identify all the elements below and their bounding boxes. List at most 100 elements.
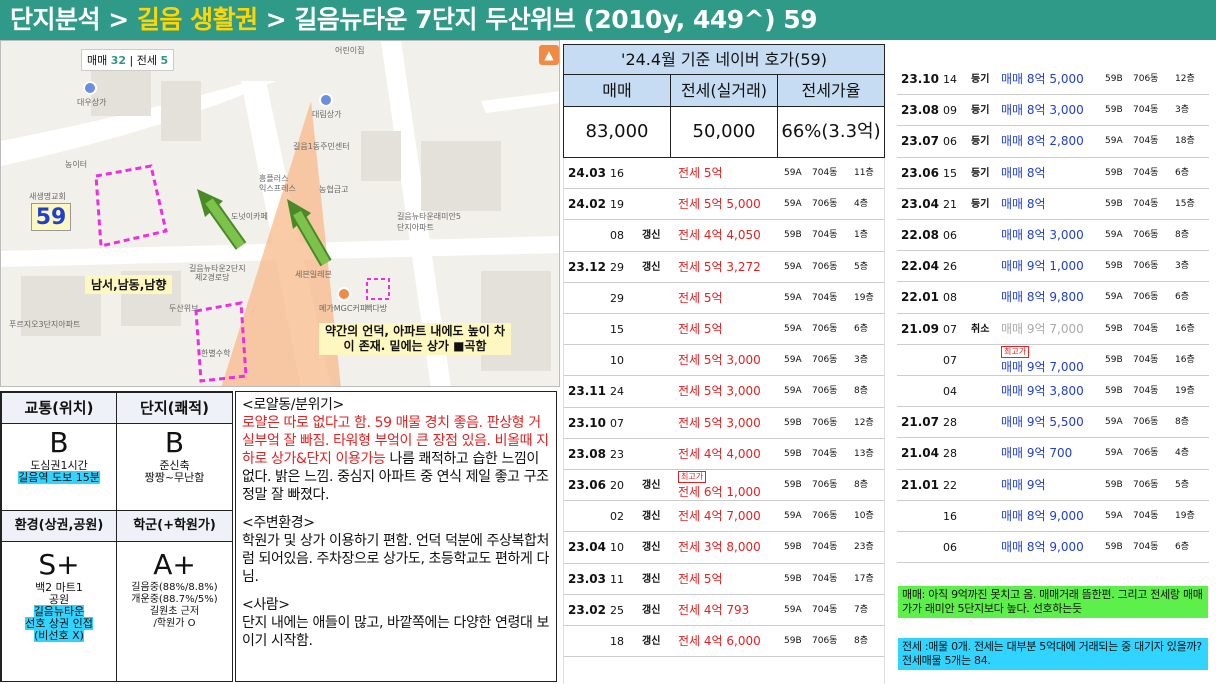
jeonse-transaction-list[interactable]: 24.03 16 전세 5억 59A 704동 11층 24.02 19 전세 5억 5,000… (563, 158, 885, 684)
col-sale: 매매 (564, 75, 671, 107)
row-day: 20 (610, 479, 624, 492)
transaction-row[interactable]: 23.06 20 갱신 전세 6억 1,000 59B 706동 8층 최고가 (564, 470, 884, 501)
row-divider (564, 656, 884, 658)
transaction-row[interactable]: 22.01 08 매매 8억 9,800 59A 706동 6층 (897, 282, 1209, 313)
transaction-row[interactable]: 16 매매 8억 9,000 59A 704동 19층 (897, 501, 1209, 532)
value-sale: 83,000 (564, 107, 671, 157)
row-fl: 16층 (1175, 354, 1195, 365)
transaction-row[interactable]: 29 전세 5억 59A 704동 19층 (564, 283, 884, 314)
transaction-row[interactable]: 21.07 28 매매 9억 5,500 59A 706동 8층 (897, 407, 1209, 438)
row-p: 매매 8억 (1001, 196, 1046, 211)
row-fl: 8층 (854, 480, 869, 490)
cafe-pin-icon[interactable] (337, 287, 351, 301)
transaction-row[interactable]: 23.08 09 등기 매매 8억 3,000 59B 704동 3층 (897, 95, 1209, 126)
row-d: 23.10 (568, 415, 606, 430)
row-fl: 19층 (1175, 386, 1195, 396)
transaction-row[interactable]: 23.08 23 전세 4억 4,000 59B 704동 13층 (564, 439, 884, 470)
transaction-row[interactable]: 22.04 26 매매 9억 1,000 59B 706동 3층 (897, 251, 1209, 282)
transaction-row[interactable]: 18 갱신 전세 4억 6,000 59B 706동 8층 (564, 626, 884, 657)
transaction-row[interactable]: 24.02 19 전세 5억 5,000 59A 706동 4층 (564, 189, 884, 220)
transaction-row[interactable]: 23.11 24 전세 5억 3,000 59A 706동 8층 (564, 376, 884, 407)
transaction-row[interactable]: 21.09 07 취소 매매 9억 7,000 59B 704동 16층 (897, 314, 1209, 345)
map-pin-icon[interactable] (319, 93, 333, 107)
school-desc: 길원초 근저 (149, 606, 200, 617)
map-pin-icon[interactable] (83, 81, 97, 95)
transaction-row[interactable]: 23.04 10 갱신 전세 3억 8,000 59B 704동 23층 (564, 532, 884, 563)
school-grade: A+ (153, 548, 196, 581)
orientation-label: 남서,남동,남향 (85, 275, 173, 294)
row-p: 매매 9억 3,800 (1001, 384, 1084, 398)
transaction-row[interactable]: 21.01 22 매매 9억 59B 706동 5층 (897, 470, 1209, 501)
transaction-row[interactable]: 10 전세 5억 3,000 59A 706동 3층 (564, 345, 884, 376)
row-d: 23.04 (568, 540, 606, 555)
row-k: 등기 (971, 74, 990, 85)
transaction-row[interactable]: 23.10 07 전세 5억 3,000 59B 706동 12층 (564, 408, 884, 439)
map-panel[interactable]: 매매 32 | 전세 5 대우상가 대림상가 농협금고 흥플러스 익스프레스 길… (0, 40, 560, 387)
row-fl: 12층 (854, 417, 874, 428)
row-day: 10 (610, 541, 624, 555)
page-title: 단지분석 > 길음 생활권 > 길음뉴타운 7단지 두산위브 (2010y, 4… (0, 0, 1216, 40)
transaction-row[interactable]: 24.03 16 전세 5억 59A 704동 11층 (564, 158, 884, 189)
notes-panel: <로얄동/분위기> 로얄은 따로 없다고 함. 59 매물 경치 좋음. 판상형… (235, 391, 557, 682)
row-d: 22.08 (901, 228, 939, 242)
transport-highlight: 길음역 도보 15분 (18, 471, 100, 484)
sale-transaction-list[interactable]: 23.10 14 등기 매매 8억 5,000 59B 706동 12층 23.08 09 등기 매… (897, 64, 1209, 574)
row-k: 등기 (971, 136, 990, 148)
row-day: 28 (943, 447, 957, 461)
school-desc: /학원가 O (153, 618, 196, 629)
row-fl: 23층 (854, 542, 874, 553)
row-d: 21.07 (901, 415, 939, 430)
row-d: 24.03 (568, 166, 606, 180)
row-k: 갱신 (642, 261, 661, 273)
map-marker-icon[interactable]: ▲ (539, 45, 559, 65)
row-tp: 59A (1105, 136, 1123, 147)
row-d: 23.08 (901, 103, 939, 118)
transaction-row[interactable]: 21.04 28 매매 9억 700 59A 706동 4층 (897, 438, 1209, 469)
row-dong: 704동 (1133, 323, 1159, 334)
transaction-row[interactable]: 15 전세 5억 59A 706동 6층 (564, 314, 884, 345)
transaction-row[interactable]: 23.10 14 등기 매매 8억 5,000 59B 706동 12층 (897, 64, 1209, 95)
row-fl: 6층 (1175, 292, 1190, 303)
row-dong: 704동 (1133, 386, 1159, 396)
transaction-row[interactable]: 23.04 21 등기 매매 8억 59B 704동 15층 (897, 189, 1209, 220)
row-dong: 704동 (812, 292, 838, 303)
complex-cell: B 준신축 짱짱~무난함 (116, 423, 233, 511)
row-tp: 59B (784, 573, 802, 584)
slope-annotation: 약간의 언덕, 아파트 내에도 높이 차 이 존재. 밑에는 상가 ■곡함 (319, 323, 512, 355)
map-label: 세븐일레븐 (295, 270, 332, 279)
row-p: 전세 5억 5,000 (678, 197, 761, 212)
transaction-row[interactable]: 04 매매 9억 3,800 59B 704동 19층 (897, 376, 1209, 407)
map-label: 제2경로당 (195, 273, 230, 282)
transaction-row[interactable]: 06 매매 8억 9,000 59B 704동 6층 (897, 532, 1209, 563)
transaction-row[interactable]: 23.07 06 등기 매매 8억 2,800 59A 704동 18층 (897, 126, 1209, 157)
row-dong: 704동 (1133, 354, 1159, 365)
transaction-row[interactable]: 23.02 25 갱신 전세 4억 793 59A 704동 7층 (564, 595, 884, 626)
row-p: 전세 5억 3,272 (678, 259, 761, 274)
col-ratio: 전세가율 (778, 75, 884, 107)
notes-heading: <사람> (242, 597, 290, 613)
map-label: 길음1동주민센터 (293, 142, 350, 151)
row-d: 23.06 (568, 478, 606, 492)
transaction-row[interactable]: 23.06 15 등기 매매 8억 59B 704동 6층 (897, 158, 1209, 189)
highest-price-tag: 최고가 (1001, 345, 1030, 358)
row-fl: 18층 (1175, 136, 1195, 147)
transaction-row[interactable]: 23.03 11 갱신 전세 5억 59B 704동 17층 (564, 564, 884, 595)
transaction-row[interactable]: 08 갱신 전세 4억 4,050 59B 704동 1층 (564, 220, 884, 251)
map-label: 대우상가 (77, 98, 107, 107)
row-k: 갱신 (642, 573, 661, 585)
value-jeonse: 50,000 (671, 107, 778, 157)
row-fl: 19층 (854, 292, 874, 303)
transaction-row[interactable]: 22.08 06 매매 8억 3,000 59A 706동 8층 (897, 220, 1209, 251)
row-dong: 704동 (1133, 198, 1159, 209)
transaction-row[interactable]: 07 매매 9억 7,000 59B 704동 16층 최고가 (897, 345, 1209, 376)
row-tp: 59B (1105, 479, 1123, 490)
listing-counts[interactable]: 매매 32 | 전세 5 (81, 49, 175, 71)
row-d: 23.11 (568, 384, 606, 399)
row-p: 매매 8억 5,000 (1001, 72, 1084, 86)
transaction-row[interactable]: 23.12 29 갱신 전세 5억 3,272 59A 706동 5층 (564, 252, 884, 283)
row-tp: 59A (784, 199, 802, 210)
transaction-row[interactable]: 02 갱신 전세 4억 7,000 59A 706동 10층 (564, 501, 884, 532)
row-fl: 6층 (1175, 542, 1190, 552)
row-p: 매매 8억 9,800 (1001, 290, 1084, 305)
row-fl: 8층 (854, 636, 869, 646)
